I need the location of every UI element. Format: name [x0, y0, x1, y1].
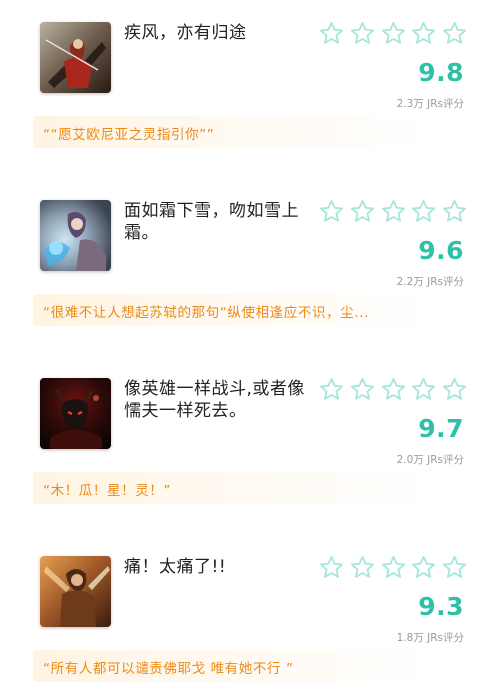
star-outline-icon[interactable] — [318, 554, 345, 581]
champion-portrait-image — [40, 556, 111, 627]
top-comment-text: “很难不让人想起苏轼的那句“纵使相逢应不识，尘... — [43, 305, 369, 321]
rating-count: 2.3万 JRs评分 — [396, 98, 464, 110]
score-value: 9.3 — [418, 592, 464, 621]
champion-thumbnail[interactable] — [40, 556, 111, 627]
card-title: 痛！太痛了!! — [124, 557, 227, 577]
star-outline-icon[interactable] — [380, 20, 407, 47]
star-outline-icon[interactable] — [441, 20, 468, 47]
champion-portrait-image — [40, 378, 111, 449]
star-outline-icon[interactable] — [318, 20, 345, 47]
score-value: 9.8 — [418, 58, 464, 87]
top-comment-text: “所有人都可以谴责佛耶戈 唯有她不行 ” — [43, 661, 294, 677]
top-comment-text: ““愿艾欧尼亚之灵指引你”” — [43, 127, 215, 143]
star-rating[interactable] — [318, 554, 468, 582]
star-outline-icon[interactable] — [318, 198, 345, 225]
star-outline-icon[interactable] — [318, 376, 345, 403]
score-value: 9.6 — [418, 236, 464, 265]
top-comment[interactable]: “木！瓜！星！灵！” — [33, 472, 433, 504]
rating-card[interactable]: 面如霜下雪，吻如雪上霜。 9.6 2.2万 JRs评分 “很难不让人想起苏轼的那… — [0, 178, 500, 328]
top-comment-text: “木！瓜！星！灵！” — [43, 483, 171, 499]
rating-card[interactable]: 痛！太痛了!! 9.3 1.8万 JRs评分 “所有人都可以谴责佛耶戈 唯有她不… — [0, 534, 500, 684]
star-outline-icon[interactable] — [349, 20, 376, 47]
top-comment[interactable]: “所有人都可以谴责佛耶戈 唯有她不行 ” — [33, 650, 433, 682]
star-outline-icon[interactable] — [380, 198, 407, 225]
rating-count: 2.2万 JRs评分 — [396, 276, 464, 288]
score-value: 9.7 — [418, 414, 464, 443]
star-outline-icon[interactable] — [410, 198, 437, 225]
star-rating[interactable] — [318, 376, 468, 404]
champion-portrait-image — [40, 200, 111, 271]
champion-thumbnail[interactable] — [40, 378, 111, 449]
star-outline-icon[interactable] — [441, 376, 468, 403]
star-rating[interactable] — [318, 20, 468, 48]
card-title: 面如霜下雪，吻如雪上霜。 — [124, 201, 299, 243]
champion-portrait-image — [40, 22, 111, 93]
card-title: 疾风，亦有归途 — [124, 23, 247, 43]
top-comment[interactable]: “很难不让人想起苏轼的那句“纵使相逢应不识，尘... — [33, 294, 433, 326]
star-outline-icon[interactable] — [380, 376, 407, 403]
star-outline-icon[interactable] — [349, 554, 376, 581]
champion-thumbnail[interactable] — [40, 22, 111, 93]
star-outline-icon[interactable] — [410, 376, 437, 403]
rating-count: 1.8万 JRs评分 — [396, 632, 464, 644]
star-outline-icon[interactable] — [349, 198, 376, 225]
star-outline-icon[interactable] — [410, 20, 437, 47]
rating-card[interactable]: 疾风，亦有归途 9.8 2.3万 JRs评分 ““愿艾欧尼亚之灵指引你”” — [0, 0, 500, 150]
star-outline-icon[interactable] — [410, 554, 437, 581]
rating-card[interactable]: 像英雄一样战斗,或者像懦夫一样死去。 9.7 2.0万 JRs评分 “木！瓜！星… — [0, 356, 500, 506]
champion-thumbnail[interactable] — [40, 200, 111, 271]
star-outline-icon[interactable] — [380, 554, 407, 581]
top-comment[interactable]: ““愿艾欧尼亚之灵指引你”” — [33, 116, 433, 148]
card-title: 像英雄一样战斗,或者像懦夫一样死去。 — [124, 379, 305, 421]
star-rating[interactable] — [318, 198, 468, 226]
star-outline-icon[interactable] — [441, 554, 468, 581]
star-outline-icon[interactable] — [441, 198, 468, 225]
star-outline-icon[interactable] — [349, 376, 376, 403]
rating-count: 2.0万 JRs评分 — [396, 454, 464, 466]
